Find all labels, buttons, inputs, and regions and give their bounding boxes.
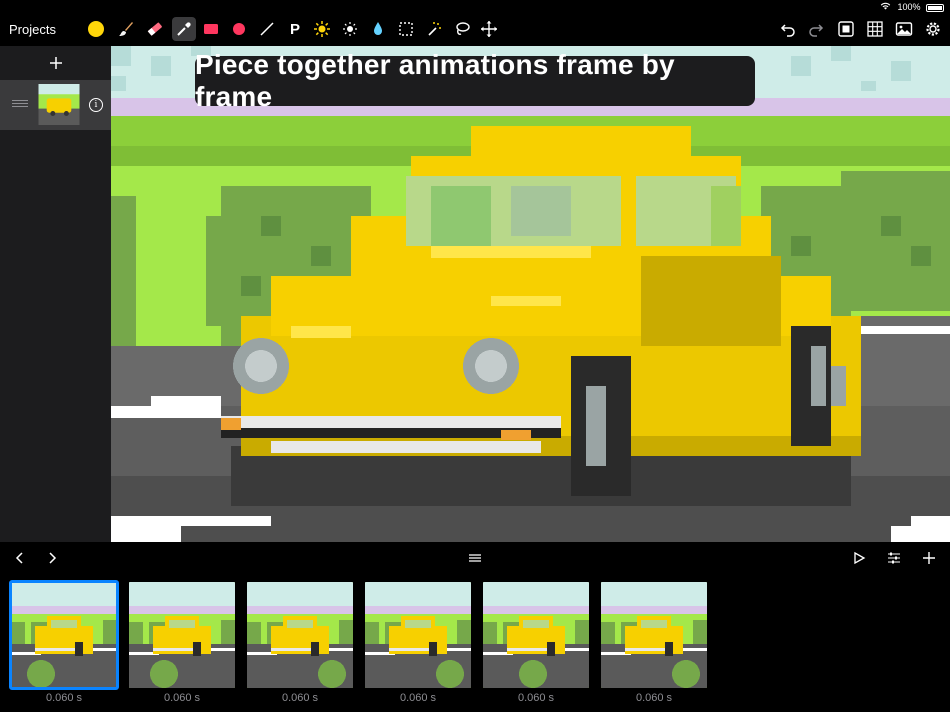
frame-thumbnail[interactable] <box>129 582 235 688</box>
text-tool-icon[interactable]: P <box>283 17 307 41</box>
frame-duration-label: 0.060 s <box>601 692 707 704</box>
frames-strip: 0.060 s 0.060 s <box>0 574 950 712</box>
feature-banner: Piece together animations frame by frame <box>195 56 755 106</box>
drag-handle-icon[interactable] <box>12 100 28 108</box>
frame-duration-label: 0.060 s <box>129 692 235 704</box>
frame-thumbnail[interactable] <box>11 582 117 688</box>
grid-icon[interactable] <box>863 17 887 41</box>
fit-canvas-icon[interactable] <box>834 17 858 41</box>
eyedropper-icon[interactable] <box>172 17 196 41</box>
layer-thumbnail <box>38 84 80 125</box>
timeline-toolbar <box>0 542 950 574</box>
timeline-resize-handle-icon[interactable] <box>465 548 485 568</box>
toolbar: Projects P <box>0 12 950 46</box>
add-layer-button[interactable] <box>0 46 111 80</box>
eraser-icon[interactable] <box>143 17 167 41</box>
brightness-up-icon[interactable] <box>310 17 334 41</box>
line-icon[interactable] <box>255 17 279 41</box>
battery-percent: 100% <box>897 2 920 12</box>
undo-icon[interactable] <box>776 17 800 41</box>
frame-thumbnail[interactable] <box>247 582 353 688</box>
lasso-icon[interactable] <box>450 17 474 41</box>
brightness-down-icon[interactable] <box>338 17 362 41</box>
plus-icon <box>49 56 63 70</box>
selection-icon[interactable] <box>394 17 418 41</box>
color-picker-swatch[interactable] <box>84 17 108 41</box>
frame-duration-label: 0.060 s <box>365 692 471 704</box>
frame-duration-label: 0.060 s <box>11 692 117 704</box>
previous-frame-icon[interactable] <box>10 548 30 568</box>
brush-icon[interactable] <box>114 17 138 41</box>
magic-wand-icon[interactable] <box>422 17 446 41</box>
gear-icon[interactable] <box>921 17 945 41</box>
next-frame-icon[interactable] <box>42 548 62 568</box>
move-icon[interactable] <box>477 17 501 41</box>
rectangle-icon[interactable] <box>199 17 223 41</box>
battery-icon <box>926 4 944 12</box>
frame-thumbnail[interactable] <box>365 582 471 688</box>
frame-settings-icon[interactable] <box>884 548 904 568</box>
add-frame-icon[interactable] <box>919 548 939 568</box>
drawing-canvas[interactable] <box>111 46 950 542</box>
layers-sidebar: i <box>0 46 111 542</box>
water-drop-icon[interactable] <box>366 17 390 41</box>
projects-button[interactable]: Projects <box>9 22 56 37</box>
frame-duration-label: 0.060 s <box>483 692 589 704</box>
image-icon[interactable] <box>892 17 916 41</box>
frame-duration-label: 0.060 s <box>247 692 353 704</box>
info-icon[interactable]: i <box>89 98 103 112</box>
layer-item[interactable]: i <box>0 80 111 130</box>
frame-thumbnail[interactable] <box>483 582 589 688</box>
play-icon[interactable] <box>849 548 869 568</box>
ellipse-icon[interactable] <box>227 17 251 41</box>
redo-icon[interactable] <box>804 17 828 41</box>
frame-thumbnail[interactable] <box>601 582 707 688</box>
